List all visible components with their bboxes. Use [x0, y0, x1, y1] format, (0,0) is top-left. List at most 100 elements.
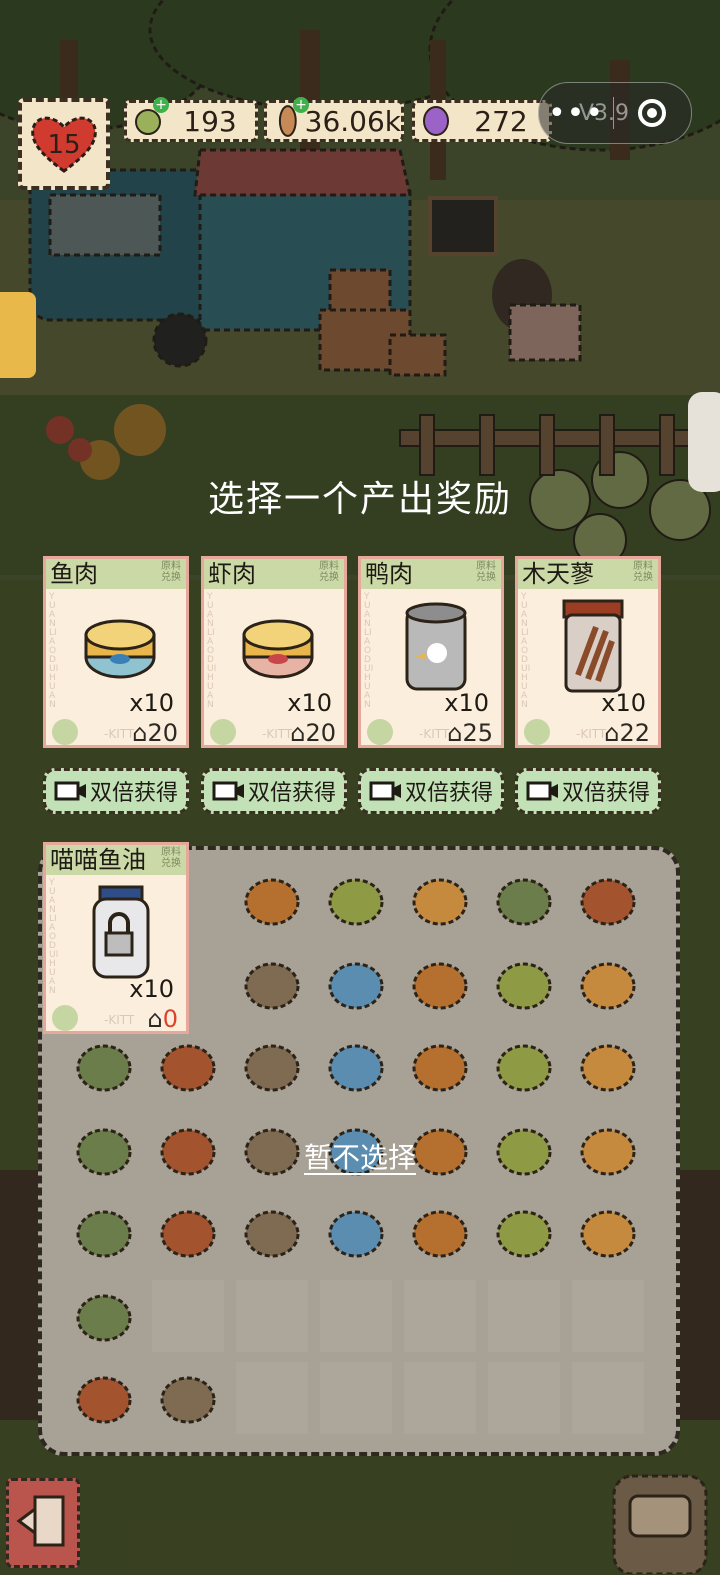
- gem-counter[interactable]: 272: [412, 100, 552, 142]
- inventory-slot[interactable]: [320, 1196, 392, 1268]
- dried-fish-counter[interactable]: + 36.06k: [264, 97, 404, 142]
- inventory-slot[interactable]: [572, 948, 644, 1020]
- exit-button[interactable]: [6, 1478, 80, 1568]
- cost-icon: ⌂: [290, 719, 306, 747]
- card-quantity: x10: [129, 975, 174, 1003]
- version-label: V3.9: [579, 101, 630, 126]
- inventory-slot[interactable]: [152, 1030, 224, 1102]
- card-vertical-text: YUANLIAODUIHUAN: [521, 592, 531, 710]
- bag-icon: [496, 1210, 552, 1258]
- shrimp-icon: [412, 1210, 468, 1258]
- inventory-slot[interactable]: [404, 948, 476, 1020]
- cabbage-icon: [244, 1044, 300, 1092]
- box-icon: [496, 878, 552, 926]
- inventory-slot[interactable]: [404, 1030, 476, 1102]
- card-tag: 原料兑换: [633, 561, 653, 583]
- reward-card-duck[interactable]: 鸭肉 原料兑换 YUANLIAODUIHUAN x10 -KITT ⌂25: [358, 556, 504, 748]
- card-cost: ⌂20: [132, 719, 178, 745]
- cat-stamp-icon: [52, 1005, 78, 1031]
- cat-stamp-icon: [367, 719, 393, 745]
- inventory-slot[interactable]: [488, 1196, 560, 1268]
- inventory-slot[interactable]: [320, 864, 392, 936]
- inventory-slot[interactable]: [488, 1030, 560, 1102]
- fluffy-icon: [76, 1294, 132, 1342]
- frog-icon: [76, 1376, 132, 1424]
- empty-inventory-slot: [320, 1280, 392, 1352]
- chili-icon: [496, 962, 552, 1010]
- plus-icon[interactable]: +: [293, 97, 309, 113]
- card-tag: 原料兑换: [161, 847, 181, 869]
- card-cost-value: 20: [305, 719, 336, 747]
- inventory-slot[interactable]: [572, 1030, 644, 1102]
- fish-icon: [76, 1044, 132, 1092]
- inventory-slot[interactable]: [404, 1196, 476, 1268]
- card-cost-value: 25: [462, 719, 493, 747]
- inventory-slot[interactable]: [68, 1362, 140, 1434]
- skip-selection-link[interactable]: 暂不选择: [0, 1136, 720, 1176]
- locked-card-fish-oil[interactable]: 喵喵鱼油 原料兑换 YUANLIAODUIHUAN x10 -KITT ⌂0: [43, 842, 189, 1034]
- reward-card-shrimp[interactable]: 虾肉 原料兑换 YUANLIAODUIHUAN x10 -KITT ⌂20: [201, 556, 347, 748]
- empty-inventory-slot: [572, 1362, 644, 1434]
- card-cost: ⌂0: [147, 1005, 178, 1033]
- inventory-slot[interactable]: [68, 1030, 140, 1102]
- inventory-slot[interactable]: [236, 864, 308, 936]
- inventory-slot[interactable]: [404, 864, 476, 936]
- card-cost-value: 22: [619, 719, 650, 747]
- level-badge[interactable]: 15: [18, 98, 110, 190]
- card-footer: -KITT: [576, 727, 607, 741]
- inventory-slot[interactable]: [320, 948, 392, 1020]
- card-footer: -KITT: [262, 727, 293, 741]
- catnip-value: 193: [183, 104, 237, 138]
- inventory-slot[interactable]: [236, 1196, 308, 1268]
- shrimp-can-icon: [242, 619, 314, 679]
- cost-icon: ⌂: [604, 719, 620, 747]
- inventory-slot[interactable]: [152, 1362, 224, 1434]
- inventory-slot[interactable]: [572, 1196, 644, 1268]
- inventory-slot[interactable]: [68, 1280, 140, 1352]
- card-quantity: x10: [287, 689, 332, 717]
- gem-value: 272: [474, 104, 528, 138]
- double-reward-button-fish[interactable]: 双倍获得: [43, 768, 189, 814]
- duck-can-icon: [405, 602, 467, 691]
- backpack-icon[interactable]: [600, 1456, 718, 1574]
- inventory-slot[interactable]: [236, 948, 308, 1020]
- bucket-icon: [244, 1210, 300, 1258]
- double-reward-button-shrimp[interactable]: 双倍获得: [201, 768, 347, 814]
- empty-inventory-slot: [320, 1362, 392, 1434]
- empty-inventory-slot: [236, 1280, 308, 1352]
- card-cost: ⌂25: [447, 719, 493, 747]
- inventory-slot[interactable]: [152, 1196, 224, 1268]
- video-camera-icon: [526, 781, 558, 801]
- exit-door-icon: [16, 1495, 65, 1547]
- fish-can-icon: [84, 619, 156, 679]
- inventory-slot[interactable]: [68, 1196, 140, 1268]
- cat-stamp-icon: [52, 719, 78, 745]
- inventory-slot[interactable]: [320, 1030, 392, 1102]
- inventory-slot[interactable]: [488, 864, 560, 936]
- double-reward-button-duck[interactable]: 双倍获得: [358, 768, 504, 814]
- flower-basket-icon: [328, 1210, 384, 1258]
- cost-icon: ⌂: [147, 1005, 163, 1033]
- warning-tab[interactable]: [0, 292, 36, 378]
- inventory-slot[interactable]: [488, 948, 560, 1020]
- close-miniprogram-icon[interactable]: [638, 99, 666, 127]
- box-icon: [580, 878, 636, 926]
- cost-icon: ⌂: [447, 719, 463, 747]
- empty-inventory-slot: [488, 1280, 560, 1352]
- plus-icon[interactable]: +: [153, 97, 169, 113]
- basket-icon: [244, 878, 300, 926]
- card-name: 木天蓼: [522, 560, 594, 588]
- catnip-counter[interactable]: + 193: [124, 97, 258, 142]
- inventory-slot[interactable]: [572, 864, 644, 936]
- reward-card-silvervine[interactable]: 木天蓼 原料兑换 YUANLIAODUIHUAN x10 -KITT ⌂22: [515, 556, 661, 748]
- card-quantity: x10: [601, 689, 646, 717]
- inventory-slot[interactable]: [236, 1030, 308, 1102]
- double-reward-button-silvervine[interactable]: 双倍获得: [515, 768, 661, 814]
- card-tag: 原料兑换: [476, 561, 496, 583]
- double-reward-label: 双倍获得: [561, 781, 650, 806]
- cookie-stack-icon: [328, 878, 384, 926]
- card-quantity: x10: [129, 689, 174, 717]
- card-tag: 原料兑换: [319, 561, 339, 583]
- card-footer: -KITT: [104, 1013, 135, 1027]
- reward-card-fish[interactable]: 鱼肉 原料兑换 YUANLIAODUIHUAN x10 -KITT ⌂20: [43, 556, 189, 748]
